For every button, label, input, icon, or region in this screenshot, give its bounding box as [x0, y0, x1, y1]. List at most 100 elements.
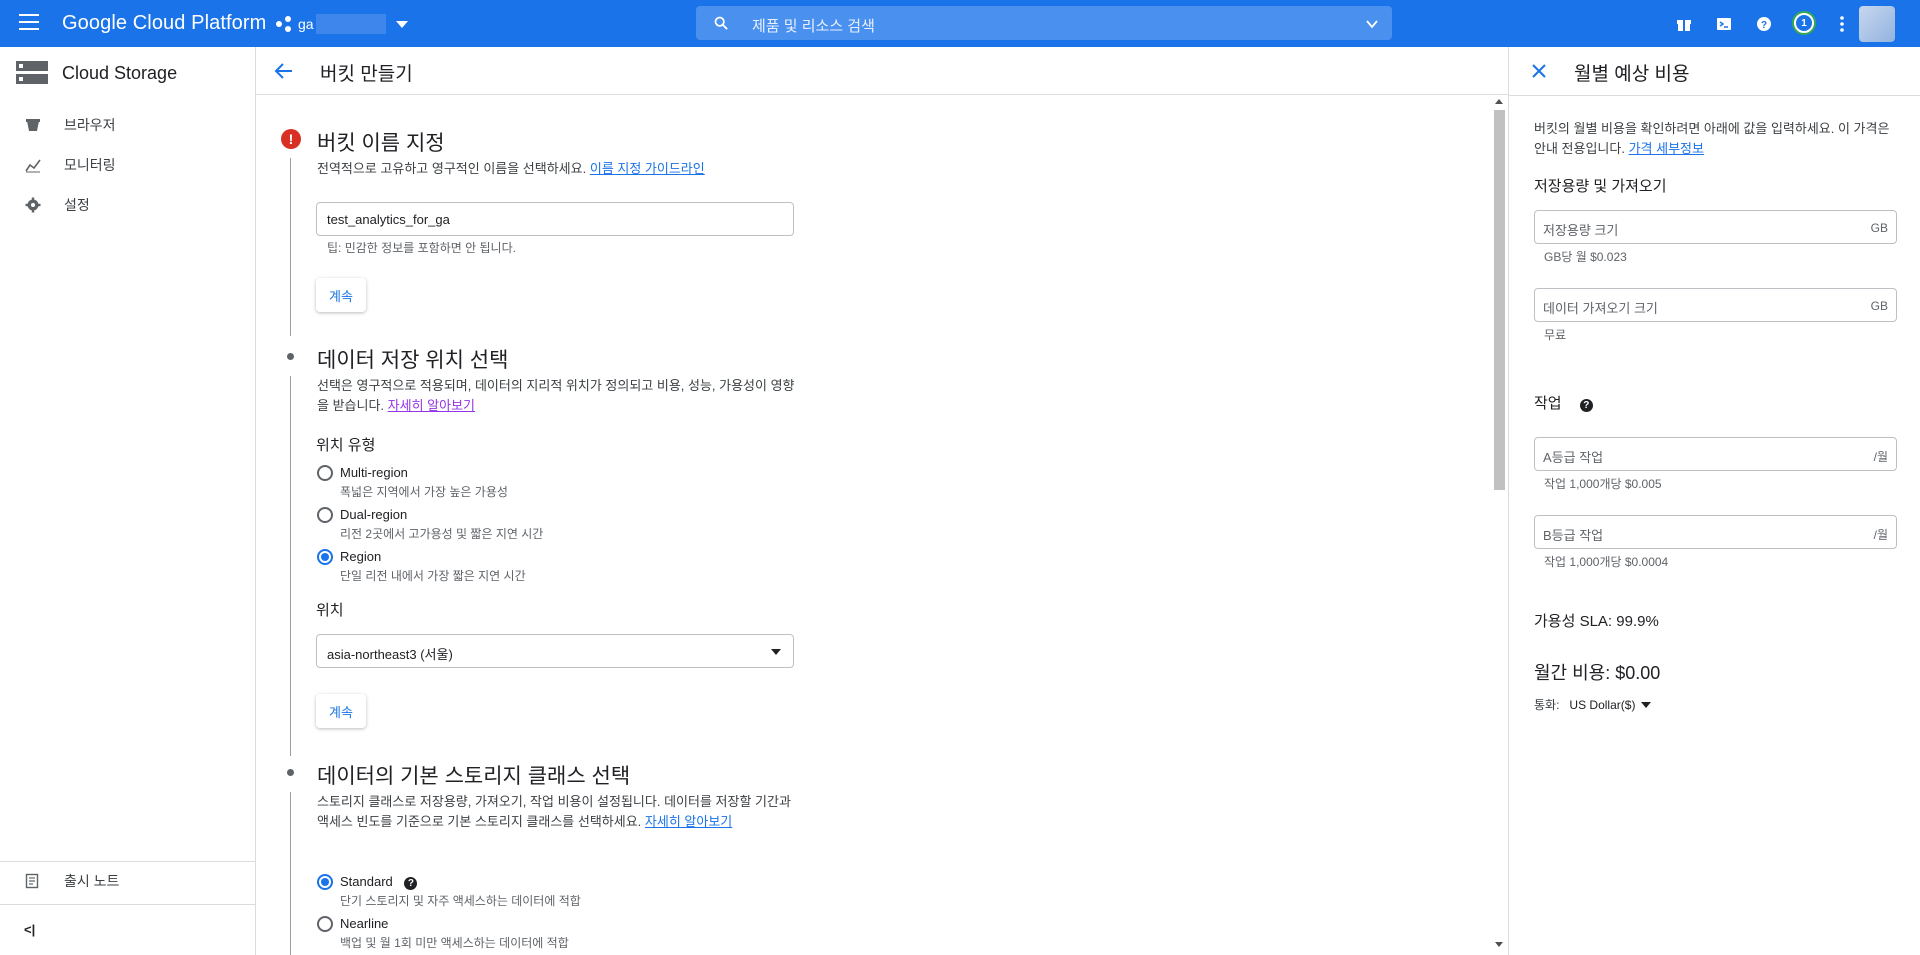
divider — [0, 904, 255, 905]
class-a-price-hint: 작업 1,000개당 $0.005 — [1544, 477, 1662, 491]
radio-standard[interactable] — [317, 874, 333, 890]
option-label: Multi-region — [340, 465, 408, 480]
search-input[interactable]: 제품 및 리소스 검색 — [752, 15, 875, 36]
currency-row: 통화: US Dollar($) — [1534, 696, 1652, 713]
notifications-badge[interactable]: 1 — [1792, 11, 1816, 35]
continue-button[interactable]: 계속 — [316, 278, 366, 312]
cloud-shell-icon[interactable] — [1712, 12, 1736, 36]
help-icon[interactable]: ? — [404, 877, 418, 890]
location-label: 위치 — [316, 602, 344, 619]
learn-more-link[interactable]: 자세히 알아보기 — [388, 398, 475, 413]
class-b-price-hint: 작업 1,000개당 $0.0004 — [1544, 555, 1669, 569]
step-description: 스토리지 클래스로 저장용량, 가져오기, 작업 비용이 설정됩니다. 데이터를… — [317, 794, 791, 829]
storage-price-hint: GB당 월 $0.023 — [1544, 250, 1627, 264]
availability-sla: 가용성 SLA: 99.9% — [1534, 613, 1659, 630]
radio-dual-region[interactable] — [317, 507, 333, 523]
project-icon — [276, 16, 292, 32]
option-description: 폭넓은 지역에서 가장 높은 가용성 — [340, 485, 508, 499]
page-header: 버킷 만들기 — [256, 47, 1508, 95]
storage-icon — [16, 61, 48, 84]
left-navigation: Cloud Storage 브라우저 모니터링 설정 출시 노트 <| — [0, 47, 256, 955]
option-label: Region — [340, 549, 382, 564]
storage-size-input[interactable]: 저장용량 크기 GB — [1534, 210, 1897, 244]
option-description: 리전 2곳에서 고가용성 및 짧은 지연 시간 — [340, 527, 544, 541]
learn-more-link[interactable]: 자세히 알아보기 — [645, 814, 732, 829]
gift-icon[interactable] — [1672, 12, 1696, 36]
collapse-icon: <| — [24, 921, 36, 937]
class-a-ops-input[interactable]: A등급 작업 /월 — [1534, 437, 1897, 471]
project-selector[interactable]: ga — [276, 10, 408, 38]
gear-icon — [25, 197, 41, 213]
chevron-down-icon[interactable] — [1366, 18, 1378, 30]
option-label: Dual-region — [340, 507, 408, 522]
option-label: Standard ? — [340, 874, 418, 890]
panel-description: 버킷의 월별 비용을 확인하려면 아래에 값을 입력하세요. 이 가격은 안내 … — [1534, 121, 1890, 156]
radio-region[interactable] — [317, 549, 333, 565]
option-description: 단일 리전 내에서 가장 짧은 지연 시간 — [340, 569, 526, 583]
dropdown-arrow-icon — [1641, 701, 1652, 708]
step-description: 선택은 영구적으로 적용되며, 데이터의 지리적 위치가 정의되고 비용, 성능… — [317, 378, 795, 413]
search-icon — [714, 16, 728, 30]
product-name: Cloud Storage — [62, 62, 178, 83]
option-description: 백업 및 월 1회 미만 액세스하는 데이터에 적합 — [340, 936, 569, 950]
radio-nearline[interactable] — [317, 916, 333, 932]
panel-title: 월별 예상 비용 — [1574, 64, 1690, 85]
currency-label: 통화: — [1534, 698, 1560, 712]
step-indicator — [287, 769, 294, 776]
page-title: 버킷 만들기 — [320, 64, 413, 85]
monthly-cost: 월간 비용: $0.00 — [1534, 663, 1661, 683]
step-connector — [290, 376, 291, 756]
sidebar-item-monitoring[interactable]: 모니터링 — [0, 149, 255, 181]
sidebar-item-label: 모니터링 — [64, 157, 116, 173]
step-title-bucket-name: 버킷 이름 지정 — [317, 132, 445, 155]
retrieval-size-input[interactable]: 데이터 가져오기 크기 GB — [1534, 288, 1897, 322]
main-menu-icon[interactable] — [19, 14, 39, 30]
location-type-label: 위치 유형 — [316, 437, 376, 454]
svg-text:?: ? — [1761, 20, 1767, 31]
location-select[interactable]: asia-northeast3 (서울) — [316, 634, 794, 668]
error-icon: ! — [281, 129, 301, 149]
chart-icon — [25, 159, 41, 173]
sidebar-item-browser[interactable]: 브라우저 — [0, 109, 255, 141]
scrollbar-thumb[interactable] — [1494, 110, 1505, 490]
collapse-nav-button[interactable]: <| — [0, 913, 255, 945]
avatar[interactable] — [1859, 6, 1895, 42]
radio-multi-region[interactable] — [317, 465, 333, 481]
step-connector — [290, 792, 291, 955]
pricing-details-link[interactable]: 가격 세부정보 — [1629, 141, 1704, 156]
project-name: ga — [298, 16, 314, 32]
arrow-back-icon[interactable] — [274, 61, 294, 81]
help-icon[interactable]: ? — [1752, 12, 1776, 36]
class-b-ops-input[interactable]: B등급 작업 /월 — [1534, 515, 1897, 549]
step-title-location: 데이터 저장 위치 선택 — [317, 349, 509, 372]
storage-section-title: 저장용량 및 가져오기 — [1534, 178, 1667, 195]
release-notes-icon — [25, 873, 39, 889]
dropdown-arrow-icon — [771, 649, 781, 655]
product-brand[interactable]: Google Cloud Platform — [62, 12, 266, 35]
sidebar-item-label: 설정 — [64, 197, 90, 213]
scroll-down-icon[interactable] — [1495, 942, 1503, 947]
operations-section-title: 작업 ? — [1534, 392, 1593, 413]
search-bar[interactable]: 제품 및 리소스 검색 — [696, 6, 1392, 40]
naming-guidelines-link[interactable]: 이름 지정 가이드라인 — [590, 161, 705, 176]
more-vert-icon[interactable] — [1830, 12, 1854, 36]
step-title-storage-class: 데이터의 기본 스토리지 클래스 선택 — [317, 765, 631, 788]
sidebar-item-label: 출시 노트 — [64, 873, 120, 889]
close-icon[interactable] — [1529, 61, 1549, 81]
sidebar-item-settings[interactable]: 설정 — [0, 189, 255, 221]
help-icon[interactable]: ? — [1579, 399, 1593, 412]
chevron-down-icon — [395, 20, 408, 28]
bucket-name-input[interactable]: test_analytics_for_ga — [316, 202, 794, 236]
project-name-redacted — [315, 14, 386, 34]
divider — [0, 861, 255, 862]
retrieval-price-hint: 무료 — [1544, 328, 1567, 342]
option-description: 단기 스토리지 및 자주 액세스하는 데이터에 적합 — [340, 894, 581, 908]
currency-select[interactable]: US Dollar($) — [1569, 698, 1652, 712]
scroll-up-icon[interactable] — [1495, 99, 1503, 104]
divider — [1509, 95, 1920, 96]
continue-button[interactable]: 계속 — [316, 694, 366, 728]
sidebar-item-release-notes[interactable]: 출시 노트 — [0, 865, 255, 897]
bucket-icon — [26, 119, 40, 131]
option-label: Nearline — [340, 916, 389, 931]
cost-estimate-panel: 월별 예상 비용 버킷의 월별 비용을 확인하려면 아래에 값을 입력하세요. … — [1508, 47, 1920, 955]
